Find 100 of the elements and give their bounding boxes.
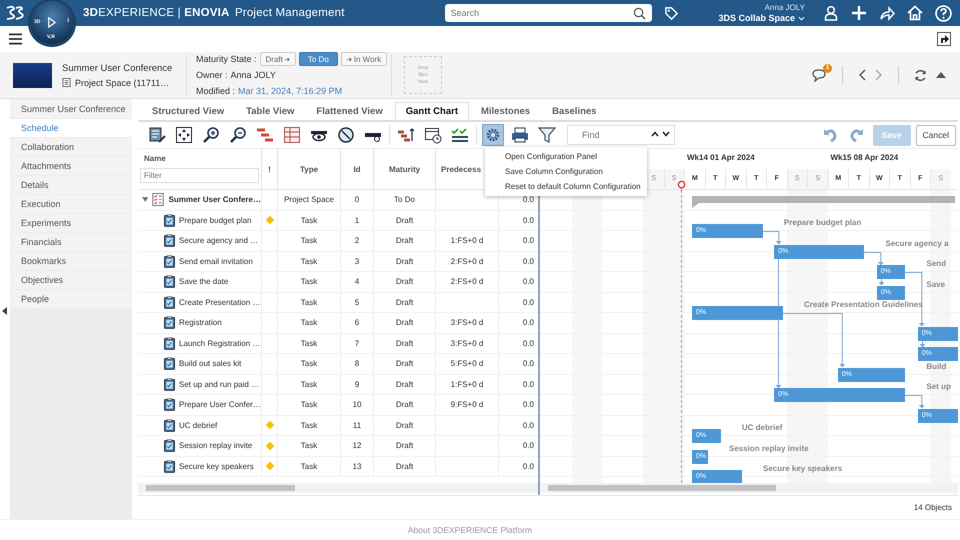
cancel-button[interactable]: Cancel [916, 124, 956, 146]
column-header[interactable]: Type [278, 149, 341, 189]
down-icon[interactable] [662, 131, 670, 137]
help-icon[interactable] [935, 4, 952, 22]
task-name[interactable]: Send email invitation [179, 256, 253, 266]
task-name[interactable]: Secure key speakers [179, 462, 254, 471]
collapse-arrow-icon[interactable] [2, 307, 7, 315]
week-label: Wk15 08 Apr 2024 [830, 153, 898, 162]
table-cell-text: 0.0 [522, 460, 535, 473]
task-icon [164, 275, 175, 288]
table-cell-text: 0.0 [522, 194, 535, 206]
filter-field[interactable]: Filter [140, 168, 259, 183]
table-cell: 3 [341, 252, 374, 271]
home-icon[interactable] [907, 5, 923, 21]
maturity-state-button[interactable]: In Work [340, 52, 388, 66]
table-cell-text: 0.0 [522, 399, 535, 412]
task-name[interactable]: Registration [179, 318, 222, 328]
table-cell: 3:FS+0 d [436, 334, 499, 353]
task-name[interactable]: Launch Registration … [179, 338, 260, 348]
tab[interactable]: Table View [236, 103, 304, 120]
scrollbar[interactable] [138, 483, 538, 493]
circle-icon[interactable] [337, 126, 355, 144]
column-header[interactable]: Id [341, 149, 374, 189]
object-title: Summer User Conference [62, 62, 174, 74]
maturity-state-button[interactable]: To Do [298, 52, 338, 66]
sidebar-item[interactable]: Execution [10, 195, 132, 213]
task-name[interactable]: Secure agency and … [179, 236, 258, 246]
sidebar-item[interactable]: Attachments [10, 157, 132, 175]
task-name[interactable]: Prepare User Confer… [179, 400, 261, 410]
sidebar-item[interactable]: Summer User Conference [10, 100, 132, 118]
logo-icon[interactable] [4, 5, 24, 21]
find-field[interactable]: Find [567, 125, 675, 145]
table-cell: Task [278, 456, 341, 476]
plus-icon[interactable] [851, 5, 867, 21]
expand-icon[interactable] [142, 197, 148, 202]
comment-icon[interactable] [811, 68, 827, 82]
fit-icon[interactable] [175, 126, 193, 144]
settings-button[interactable] [482, 124, 504, 146]
popout-icon[interactable] [937, 32, 951, 46]
tab[interactable]: Gantt Chart [394, 102, 469, 120]
document-icon [62, 78, 71, 87]
sidebar-item[interactable]: Collaboration [10, 138, 132, 156]
task-name[interactable]: Save the date [179, 277, 228, 286]
sidebar-item[interactable]: Experiments [10, 214, 132, 232]
task-name[interactable]: Summer User Confere… [168, 195, 261, 204]
tab[interactable]: Baselines [542, 103, 606, 120]
table-cell: 12 [341, 436, 374, 456]
person-icon[interactable] [823, 5, 839, 21]
tab[interactable]: Milestones [470, 103, 540, 120]
table-cell: Task [278, 436, 341, 456]
task-name[interactable]: Build out sales kit [179, 359, 242, 368]
sidebar-item[interactable]: People [10, 290, 132, 308]
sidebar-item[interactable]: Schedule [10, 119, 132, 137]
task-name[interactable]: Create Presentation … [179, 298, 260, 307]
filter-icon[interactable] [538, 126, 556, 144]
scrollbar[interactable] [540, 483, 958, 493]
maturity-label: Maturity State : [196, 54, 257, 64]
tab[interactable]: Flattened View [306, 103, 393, 120]
menu-icon[interactable] [9, 33, 22, 45]
table-cell: 11 [341, 416, 374, 435]
refresh-icon[interactable] [914, 68, 927, 82]
table-cell: Task [278, 252, 341, 271]
zoom-out-icon[interactable] [229, 126, 247, 144]
task-name[interactable]: Set up and run paid … [179, 380, 260, 389]
zoom-in-icon[interactable] [202, 126, 220, 144]
checklist-icon[interactable] [451, 126, 469, 144]
sort-icon[interactable] [397, 126, 415, 144]
column-header[interactable]: Name [138, 149, 261, 168]
task-icon [164, 336, 175, 350]
caret-icon[interactable] [798, 16, 805, 20]
column-header[interactable]: Maturity [374, 149, 436, 189]
task-name[interactable]: UC debrief [179, 420, 218, 430]
table-icon[interactable] [283, 126, 301, 144]
table-cell: Draft [374, 436, 436, 456]
task-name[interactable]: Session replay invite [179, 441, 252, 450]
column-header[interactable]: ! [262, 149, 278, 189]
up-icon[interactable] [651, 131, 659, 137]
sidebar-item[interactable]: Objectives [10, 271, 132, 289]
task-icon [164, 398, 175, 412]
table-cell-text: 0.0 [522, 235, 535, 248]
sidebar-item[interactable]: Details [10, 176, 132, 194]
bars-icon[interactable] [256, 126, 274, 144]
search-field[interactable]: Search [444, 4, 652, 22]
search-icon[interactable] [632, 7, 646, 20]
calendar-clock-icon[interactable] [424, 126, 442, 144]
share-icon[interactable] [879, 5, 895, 21]
collab-space-selector[interactable]: 3DS Collab Space [718, 13, 795, 23]
sidebar-item[interactable]: Financials [10, 233, 132, 251]
previous-icon[interactable] [858, 69, 866, 81]
today-marker-icon[interactable] [677, 180, 686, 191]
table-cell: Draft [374, 456, 436, 476]
task-name[interactable]: Prepare budget plan [179, 216, 252, 225]
tab[interactable]: Structured View [142, 103, 234, 120]
sidebar-item[interactable]: Bookmarks [10, 252, 132, 270]
collapse-icon[interactable] [936, 71, 946, 79]
edit-icon[interactable] [148, 126, 166, 144]
maturity-state-button[interactable]: Draft [260, 52, 296, 66]
tag-icon[interactable] [664, 6, 679, 20]
print-icon[interactable] [511, 126, 529, 144]
modified-date[interactable]: Mar 31, 2024, 7:16:29 PM [238, 86, 342, 96]
